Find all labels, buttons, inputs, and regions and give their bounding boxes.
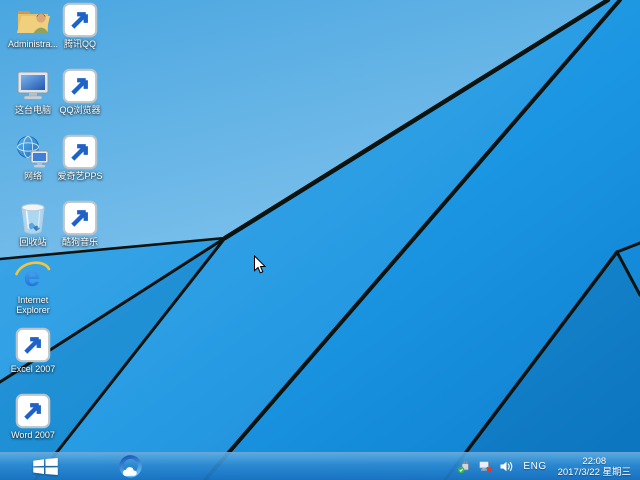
icon-label: 这台电脑 [15,105,51,115]
qq-browser-icon [61,68,99,104]
kugou-icon: K [61,200,99,236]
computer-monitor-icon [14,68,52,104]
icon-label: Internet Explorer [5,295,61,316]
recycle-bin-icon [14,200,52,236]
desktop-icon-word-2007[interactable]: W Word 2007 [5,393,61,440]
shortcut-arrow-icon [14,327,52,363]
ie-icon: e [14,258,52,294]
desktop-icon-tencent-qq[interactable]: 腾讯QQ [52,2,108,49]
user-folder-icon [14,2,52,38]
desktop-icon-internet-explorer[interactable]: e Internet Explorer [5,258,61,316]
volume-tray-icon[interactable] [499,459,514,474]
usb-device-tray-icon[interactable] [457,459,472,474]
language-indicator[interactable]: ENG [520,461,549,472]
shortcut-arrow-icon [14,393,52,429]
icon-label: QQ浏览器 [59,105,100,115]
taskbar-clock[interactable]: 22:08 2017/3/22 星期三 [556,456,633,478]
icon-label: 腾讯QQ [64,39,96,49]
icon-label: 回收站 [19,237,46,247]
icon-label: Administra... [8,39,58,49]
shortcut-arrow-icon [61,200,99,236]
icon-label: 网络 [24,171,42,181]
shortcut-arrow-icon [61,2,99,38]
desktop-icon-qq-browser[interactable]: QQ浏览器 [52,68,108,115]
excel-icon: X [14,327,52,363]
word-icon: W [14,393,52,429]
desktop-icon-iqiyi-pps[interactable]: iQIYI 爱奇艺PPS [52,134,108,181]
clock-date: 2017/3/22 星期三 [558,467,631,478]
qq-penguin-icon [61,2,99,38]
taskbar: ENG 22:08 2017/3/22 星期三 [0,452,640,480]
icon-label: Word 2007 [11,430,55,440]
icon-label: 爱奇艺PPS [57,171,102,181]
system-tray: ENG 22:08 2017/3/22 星期三 [457,453,640,480]
taskbar-qq-browser-button[interactable] [117,454,144,480]
desktop-icon-kugou-music[interactable]: K 酷狗音乐 [52,200,108,247]
start-button[interactable] [0,453,62,480]
network-disconnected-tray-icon[interactable] [478,459,493,474]
clock-time: 22:08 [582,456,606,467]
windows-logo-icon [33,458,58,475]
shortcut-arrow-icon [61,68,99,104]
windows-desktop: Administra... 腾讯QQ [0,0,640,480]
iqiyi-icon: iQIYI [61,134,99,170]
network-globe-icon [14,134,52,170]
desktop-icon-excel-2007[interactable]: X Excel 2007 [5,327,61,374]
icon-label: 酷狗音乐 [62,237,98,247]
shortcut-arrow-icon [61,134,99,170]
icon-label: Excel 2007 [11,364,56,374]
